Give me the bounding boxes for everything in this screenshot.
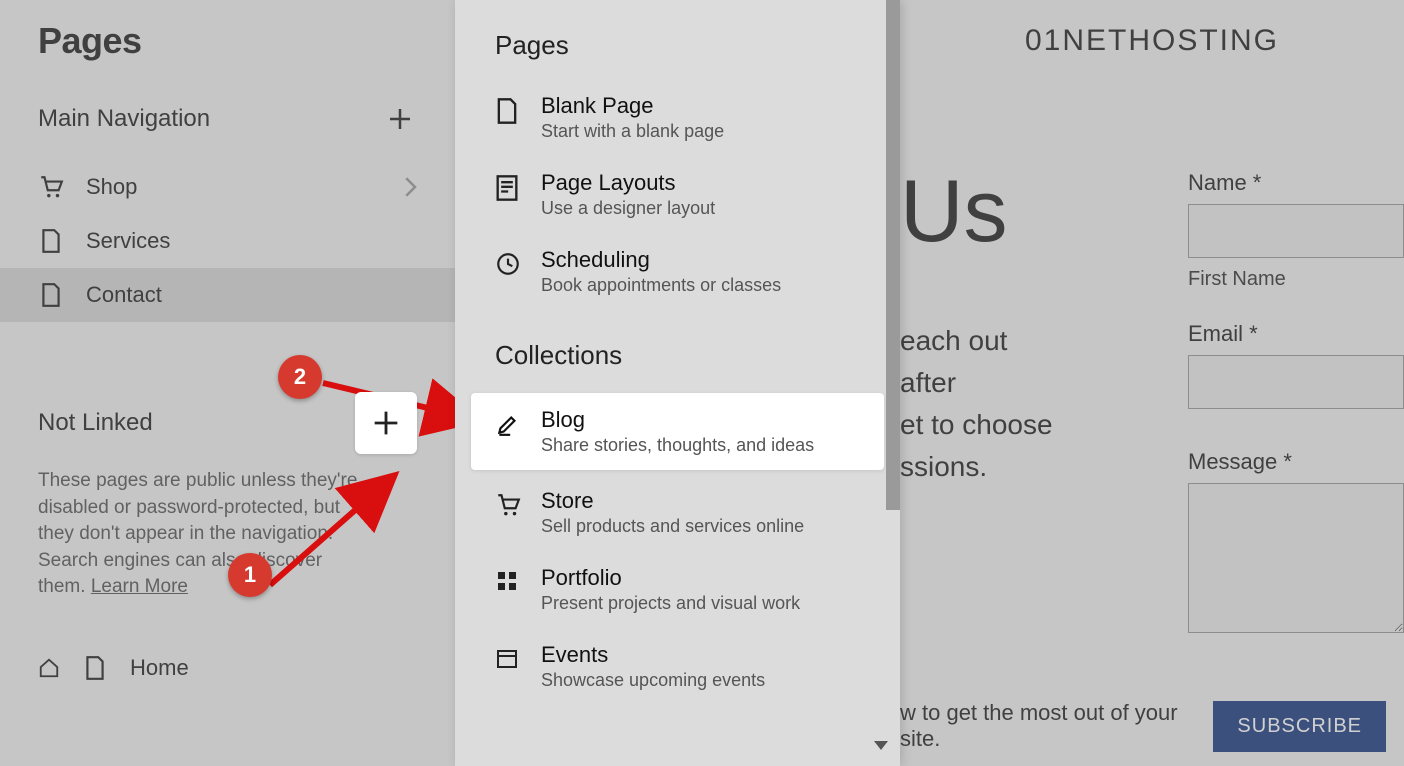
popup-item-portfolio[interactable]: Portfolio Present projects and visual wo…: [455, 551, 900, 628]
message-textarea[interactable]: [1188, 483, 1404, 633]
popup-item-subtitle: Present projects and visual work: [541, 593, 800, 614]
popup-item-scheduling[interactable]: Scheduling Book appointments or classes: [455, 233, 900, 310]
learn-more-link[interactable]: Learn More: [91, 576, 188, 597]
popup-item-title: Blank Page: [541, 93, 724, 119]
popup-item-subtitle: Showcase upcoming events: [541, 670, 765, 691]
scroll-down-icon[interactable]: [874, 741, 888, 750]
plus-icon: [385, 104, 415, 134]
popup-item-subtitle: Book appointments or classes: [541, 275, 781, 296]
cart-icon: [38, 174, 64, 200]
nav-item-shop[interactable]: Shop: [0, 160, 455, 214]
popup-item-title: Events: [541, 642, 765, 668]
page-icon: [82, 655, 108, 681]
popup-scrollbar[interactable]: [886, 0, 900, 510]
not-linked-description: These pages are public unless they're di…: [0, 454, 400, 601]
message-label: Message *: [1188, 449, 1404, 475]
pages-sidebar: Pages Main Navigation Shop Services: [0, 0, 455, 766]
body-text-fragment: each out after et to choose ssions.: [900, 320, 1053, 488]
annotation-badge-2: 2: [278, 355, 322, 399]
add-not-linked-button[interactable]: [355, 392, 417, 454]
add-page-popup: Pages Blank Page Start with a blank page…: [455, 0, 900, 766]
marketing-banner-text: w to get the most out of your site.: [900, 700, 1187, 752]
not-linked-item-home[interactable]: Home: [0, 641, 455, 695]
pen-icon: [495, 411, 521, 437]
popup-item-blog[interactable]: Blog Share stories, thoughts, and ideas: [471, 393, 884, 470]
popup-section-pages: Pages: [455, 0, 900, 79]
page-icon: [38, 282, 64, 308]
add-main-nav-button[interactable]: [383, 102, 417, 136]
popup-item-subtitle: Use a designer layout: [541, 198, 715, 219]
main-navigation-label: Main Navigation: [38, 105, 210, 133]
grid-icon: [495, 569, 521, 595]
popup-item-events[interactable]: Events Showcase upcoming events: [455, 628, 900, 705]
contact-form: Name * First Name Email * Message *: [1188, 170, 1404, 638]
popup-section-collections: Collections: [455, 310, 900, 389]
chevron-right-icon: [403, 177, 417, 197]
popup-item-title: Scheduling: [541, 247, 781, 273]
nav-item-label: Services: [86, 228, 170, 254]
sidebar-title: Pages: [38, 20, 417, 62]
popup-item-blank-page[interactable]: Blank Page Start with a blank page: [455, 79, 900, 156]
nav-item-services[interactable]: Services: [0, 214, 455, 268]
popup-item-title: Page Layouts: [541, 170, 715, 196]
cart-icon: [495, 492, 521, 518]
popup-item-subtitle: Share stories, thoughts, and ideas: [541, 435, 814, 456]
email-input[interactable]: [1188, 355, 1404, 409]
not-linked-label: Not Linked: [38, 409, 153, 437]
name-input[interactable]: [1188, 204, 1404, 258]
page-icon: [495, 97, 521, 123]
home-icon: [38, 657, 60, 679]
annotation-badge-1: 1: [228, 553, 272, 597]
popup-item-title: Portfolio: [541, 565, 800, 591]
popup-item-page-layouts[interactable]: Page Layouts Use a designer layout: [455, 156, 900, 233]
popup-item-subtitle: Start with a blank page: [541, 121, 724, 142]
nav-item-label: Shop: [86, 174, 137, 200]
clock-icon: [495, 251, 521, 277]
popup-item-title: Blog: [541, 407, 814, 433]
nav-item-contact[interactable]: Contact: [0, 268, 455, 322]
calendar-icon: [495, 646, 521, 672]
email-label: Email *: [1188, 321, 1404, 347]
popup-item-subtitle: Sell products and services online: [541, 516, 804, 537]
page-icon: [38, 228, 64, 254]
hero-text-fragment: Us: [900, 160, 1008, 262]
site-brand: 01NETHOSTING: [900, 0, 1404, 88]
nav-item-label: Home: [130, 655, 189, 681]
subscribe-button[interactable]: SUBSCRIBE: [1213, 701, 1386, 752]
first-name-label: First Name: [1188, 268, 1404, 291]
layout-icon: [495, 174, 521, 200]
popup-item-title: Store: [541, 488, 804, 514]
popup-item-store[interactable]: Store Sell products and services online: [455, 474, 900, 551]
name-label: Name *: [1188, 170, 1404, 196]
plus-icon: [369, 406, 403, 440]
nav-item-label: Contact: [86, 282, 162, 308]
